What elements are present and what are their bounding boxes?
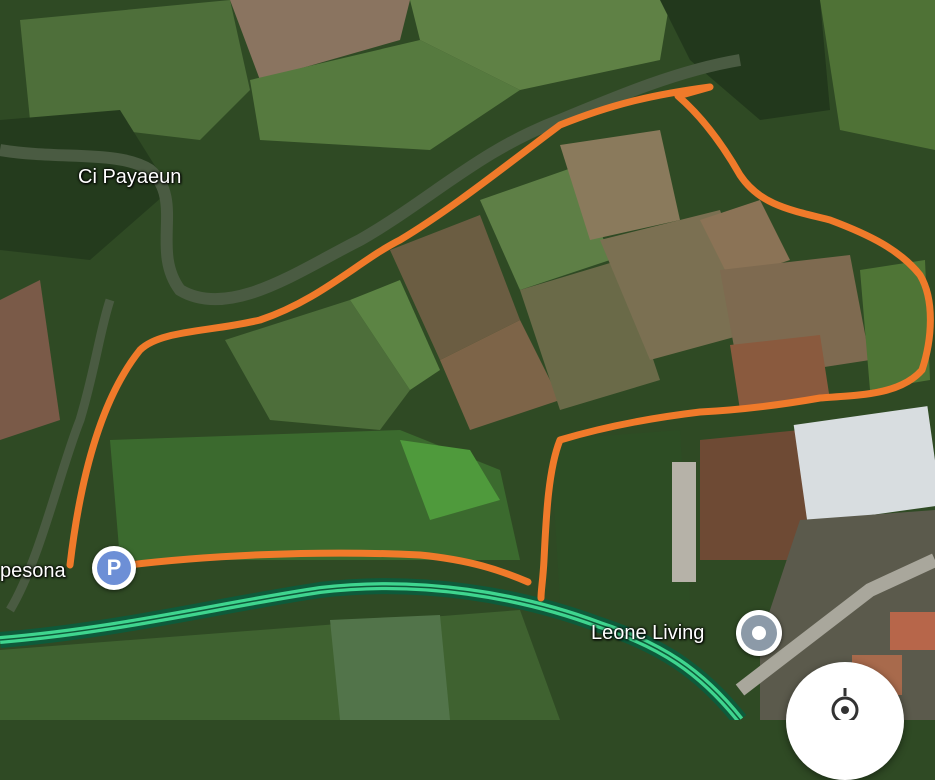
parking-symbol: P: [97, 551, 131, 585]
field: [330, 615, 450, 720]
building: [890, 612, 935, 650]
parking-icon[interactable]: P: [92, 546, 136, 590]
greenhouse: [793, 406, 935, 524]
place-label-leone-living[interactable]: Leone Living: [591, 622, 704, 645]
my-location-icon: [831, 688, 859, 720]
location-pin-icon[interactable]: [736, 610, 782, 656]
location-pin-dot: [752, 626, 766, 640]
satellite-map[interactable]: [0, 0, 935, 720]
location-pin-inner: [741, 615, 777, 651]
parking-place-label[interactable]: pesona: [0, 560, 66, 583]
tree-belt: [550, 430, 690, 600]
building: [672, 462, 696, 582]
my-location-button[interactable]: [786, 662, 904, 780]
river-label[interactable]: Ci Payaeun: [78, 166, 181, 189]
